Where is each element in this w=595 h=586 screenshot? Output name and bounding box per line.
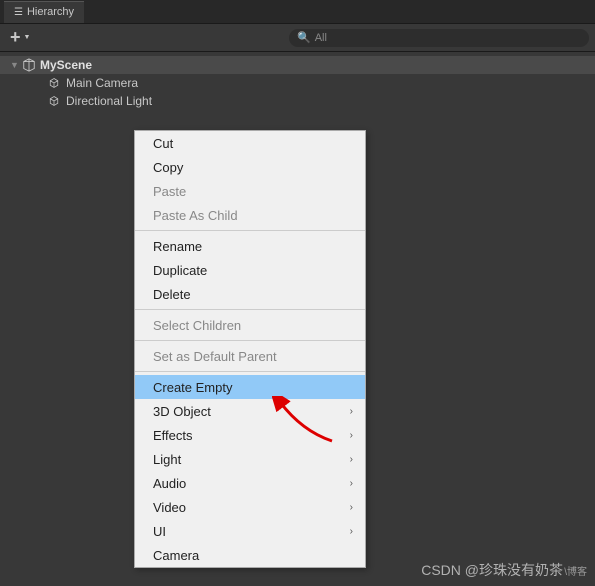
tree-item-main-camera[interactable]: Main Camera <box>0 74 595 92</box>
context-menu: Cut Copy Paste Paste As Child Rename Dup… <box>134 130 366 568</box>
menu-separator <box>135 309 365 310</box>
menu-copy[interactable]: Copy <box>135 155 365 179</box>
search-input[interactable]: 🔍 All <box>289 29 589 47</box>
menu-audio[interactable]: Audio › <box>135 471 365 495</box>
menu-ui[interactable]: UI › <box>135 519 365 543</box>
expand-icon[interactable]: ▼ <box>10 60 20 70</box>
menu-set-default-parent: Set as Default Parent <box>135 344 365 368</box>
menu-paste-as-child: Paste As Child <box>135 203 365 227</box>
menu-label: Paste As Child <box>153 208 238 223</box>
gameobject-icon <box>48 77 60 89</box>
menu-label: Delete <box>153 287 191 302</box>
menu-label: Cut <box>153 136 173 151</box>
unity-logo-icon <box>22 58 36 72</box>
menu-label: Paste <box>153 184 186 199</box>
menu-separator <box>135 230 365 231</box>
add-button[interactable]: + ▼ <box>6 25 34 50</box>
toolbar: + ▼ 🔍 All <box>0 24 595 52</box>
menu-effects[interactable]: Effects › <box>135 423 365 447</box>
hierarchy-tab-icon: ☰ <box>14 7 23 18</box>
menu-create-empty[interactable]: Create Empty <box>135 375 365 399</box>
tree-item-directional-light[interactable]: Directional Light <box>0 92 595 110</box>
gameobject-icon <box>48 95 60 107</box>
chevron-right-icon: › <box>350 526 353 537</box>
plus-icon: + <box>10 27 21 48</box>
menu-cut[interactable]: Cut <box>135 131 365 155</box>
chevron-right-icon: › <box>350 478 353 489</box>
menu-separator <box>135 340 365 341</box>
menu-label: Create Empty <box>153 380 232 395</box>
menu-label: Light <box>153 452 181 467</box>
menu-light[interactable]: Light › <box>135 447 365 471</box>
watermark: CSDN @珍珠没有奶茶 <box>421 560 563 580</box>
tab-bar: ☰ Hierarchy <box>0 0 595 24</box>
chevron-right-icon: › <box>350 406 353 417</box>
hierarchy-tab-label: Hierarchy <box>27 6 74 18</box>
menu-3d-object[interactable]: 3D Object › <box>135 399 365 423</box>
tree-item-label: Main Camera <box>66 76 138 90</box>
hierarchy-tab[interactable]: ☰ Hierarchy <box>4 1 84 23</box>
menu-label: Copy <box>153 160 183 175</box>
menu-delete[interactable]: Delete <box>135 282 365 306</box>
scene-row[interactable]: ▼ MyScene <box>0 56 595 74</box>
dropdown-icon: ▼ <box>24 34 31 41</box>
chevron-right-icon: › <box>350 430 353 441</box>
menu-label: Camera <box>153 548 199 563</box>
chevron-right-icon: › <box>350 454 353 465</box>
menu-label: Duplicate <box>153 263 207 278</box>
scene-label: MyScene <box>40 58 92 72</box>
menu-label: Set as Default Parent <box>153 349 277 364</box>
menu-label: Video <box>153 500 186 515</box>
menu-duplicate[interactable]: Duplicate <box>135 258 365 282</box>
watermark-sub: \博客 <box>564 563 587 578</box>
menu-separator <box>135 371 365 372</box>
chevron-right-icon: › <box>350 502 353 513</box>
menu-paste: Paste <box>135 179 365 203</box>
menu-rename[interactable]: Rename <box>135 234 365 258</box>
tree-item-label: Directional Light <box>66 94 152 108</box>
menu-label: Select Children <box>153 318 241 333</box>
menu-label: UI <box>153 524 166 539</box>
menu-select-children: Select Children <box>135 313 365 337</box>
menu-video[interactable]: Video › <box>135 495 365 519</box>
menu-label: Rename <box>153 239 202 254</box>
menu-label: Audio <box>153 476 186 491</box>
menu-label: 3D Object <box>153 404 211 419</box>
menu-label: Effects <box>153 428 193 443</box>
search-placeholder: All <box>315 32 327 44</box>
search-icon: 🔍 <box>297 31 311 44</box>
hierarchy-tree: ▼ MyScene Main Camera Directional Light <box>0 52 595 114</box>
menu-camera[interactable]: Camera <box>135 543 365 567</box>
